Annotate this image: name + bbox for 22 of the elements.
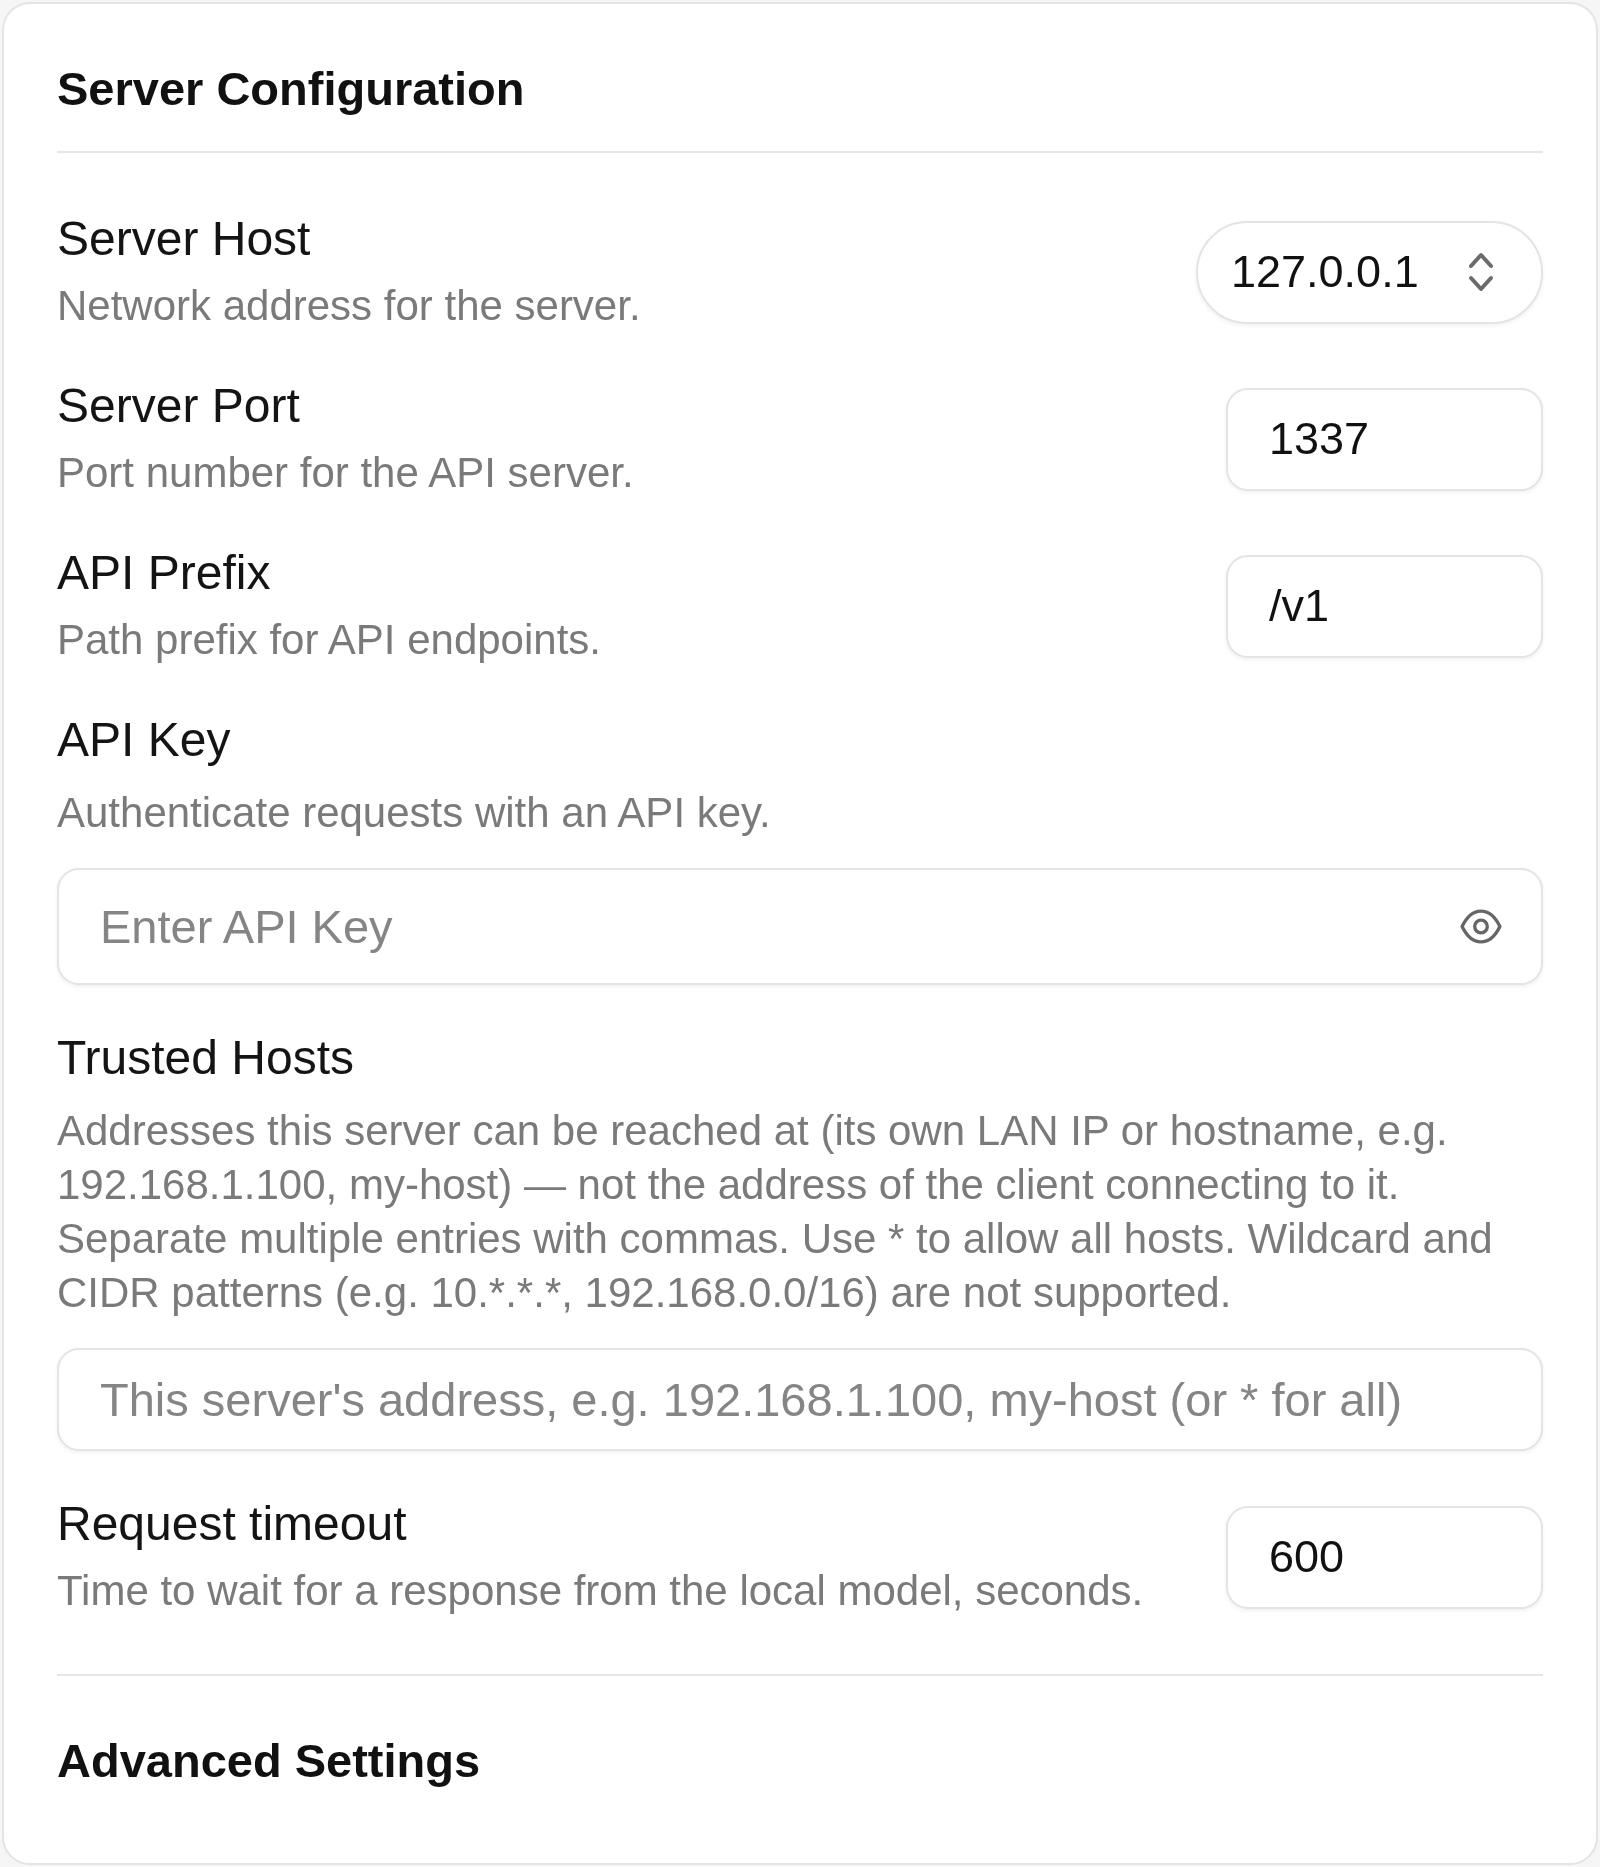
setting-label: Server Host [57, 211, 312, 267]
setting-label: Server Port [57, 378, 301, 434]
setting-label: Request timeout [57, 1496, 408, 1552]
dropdown-select[interactable]: 127.0.0.1 [1196, 220, 1543, 324]
setting-description: Network address for the server. [57, 281, 641, 331]
setting-label: API Key [57, 712, 232, 768]
eye-icon[interactable] [1460, 909, 1502, 944]
text-input[interactable]: /v1 [1226, 554, 1543, 658]
password-field[interactable]: Enter API Key [57, 868, 1543, 985]
setting-description: Authenticate requests with an API key. [57, 788, 772, 838]
setting-description: Time to wait for a response from the local model, seconds. [57, 1566, 1144, 1616]
text-input[interactable]: 1337 [1226, 387, 1543, 491]
setting-description: Addresses this server can be reached at (its own LAN IP or hostname, e.g. 192.168.1.100, my-host) — not the address of the client connecting to it. Separate multiple entries with commas. Use * to allow all hosts. Wildcard and CIDR patterns (e.g. 10.*.*.*, 192.168.0.0/16) are not supported. [57, 1106, 1494, 1318]
chevron-up-down-icon [1467, 252, 1495, 292]
setting-label: API Prefix [57, 545, 272, 601]
text-input[interactable]: This server's address, e.g. 192.168.1.100, my-host (or * for all) [57, 1348, 1543, 1451]
text-input[interactable]: 600 [1226, 1505, 1543, 1609]
setting-description: Path prefix for API endpoints. [57, 615, 601, 665]
section-title: Server Configuration [57, 61, 526, 117]
setting-label: Trusted Hosts [57, 1030, 355, 1086]
section-title: Advanced Settings [57, 1733, 482, 1789]
setting-description: Port number for the API server. [57, 448, 634, 498]
